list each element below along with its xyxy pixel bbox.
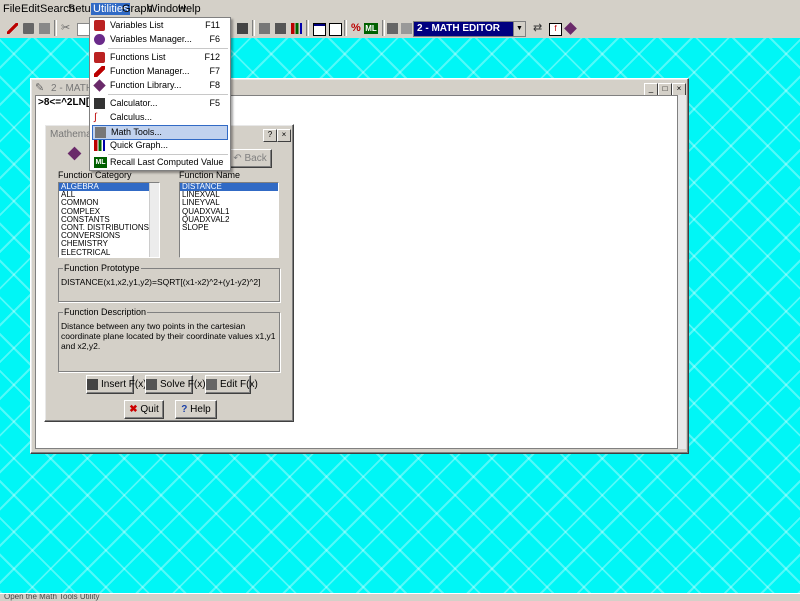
function-description-text: Distance between any two points in the c…: [61, 321, 276, 351]
bar-chart-icon[interactable]: [288, 20, 306, 38]
edit-function-button[interactable]: Edit F(x): [205, 375, 258, 394]
ml-icon[interactable]: ML: [362, 20, 380, 38]
functions-list-icon: [94, 52, 105, 63]
menu-item-recall-last-value[interactable]: ML Recall Last Computed Value: [92, 156, 228, 169]
menu-edit[interactable]: Edit: [21, 3, 40, 15]
menu-file[interactable]: File: [3, 3, 21, 15]
menu-item-math-tools[interactable]: Math Tools...: [92, 125, 228, 140]
function-category-list[interactable]: ALGEBRA ALL COMMON COMPLEX CONSTANTS CON…: [58, 182, 160, 258]
editor-select[interactable]: 2 - MATH EDITOR ▼: [413, 21, 526, 37]
menu-item-calculus[interactable]: ∫ Calculus...: [92, 111, 228, 124]
function-prototype-text: DISTANCE(x1,x2,y1,y2)=SQRT[(x1-x2)^2+(y1…: [61, 277, 261, 287]
chevron-down-icon[interactable]: ▼: [513, 22, 525, 36]
dialog-help-button[interactable]: ?: [263, 129, 277, 142]
library-book-icon: [67, 146, 82, 161]
editor-pencil-icon: ✎: [35, 82, 45, 94]
category-scrollbar[interactable]: [149, 183, 159, 257]
function-library-icon: [93, 79, 106, 92]
calculator-icon: [94, 98, 105, 109]
solve-function-button[interactable]: Solve F(x): [145, 375, 206, 394]
editor-scrollbar[interactable]: [678, 95, 686, 449]
help-button[interactable]: ? Help: [175, 400, 217, 419]
function-name-list[interactable]: DISTANCE LINEXVAL LINEYVAL QUADXVAL1 QUA…: [179, 182, 279, 258]
menu-item-functions-list[interactable]: Functions List F12: [92, 51, 228, 64]
calculator-icon[interactable]: [234, 20, 252, 38]
menu-item-quick-graph[interactable]: Quick Graph...: [92, 139, 228, 152]
solve-icon: [146, 378, 157, 390]
dialog-close-button[interactable]: ×: [277, 129, 291, 142]
edit-icon: [206, 378, 217, 390]
print-preview-icon[interactable]: [36, 20, 54, 38]
quit-button[interactable]: ✖ Quit: [124, 400, 164, 419]
menu-item-function-manager[interactable]: Function Manager... F7: [92, 65, 228, 78]
function-name-label: Function Name: [179, 170, 241, 180]
menu-help[interactable]: Help: [178, 3, 201, 15]
window-tile-icon[interactable]: [326, 20, 344, 38]
library-icon[interactable]: [562, 20, 580, 38]
back-button[interactable]: ↶ Back: [228, 149, 272, 168]
quit-x-icon: ✖: [129, 404, 138, 415]
menu-item-calculator[interactable]: Calculator... F5: [92, 97, 228, 110]
category-item[interactable]: ELECTRICAL: [59, 248, 159, 257]
function-item[interactable]: SLOPE: [180, 223, 278, 232]
calculus-icon: ∫: [94, 112, 97, 123]
function-prototype-group: Function Prototype DISTANCE(x1,x2,y1,y2)…: [58, 263, 280, 302]
function-manager-icon: [94, 66, 105, 77]
back-arrow-icon: ↶: [233, 153, 242, 164]
menu-bar: File Edit Search Setup Utilities Graph W…: [0, 0, 800, 18]
question-icon: ?: [181, 404, 188, 415]
function-description-group: Function Description Distance between an…: [58, 307, 280, 372]
variables-manager-icon: [94, 34, 105, 45]
menu-item-variables-manager[interactable]: Variables Manager... F6: [92, 33, 228, 46]
quick-graph-icon: [94, 140, 105, 151]
variables-list-icon: [94, 20, 105, 31]
insert-icon: [87, 378, 98, 390]
menu-item-variables-list[interactable]: Variables List F11: [92, 19, 228, 32]
utilities-menu: Variables List F11 Variables Manager... …: [89, 17, 231, 171]
function-category-label: Function Category: [58, 170, 132, 180]
math-tools-icon: [95, 127, 106, 138]
menu-item-function-library[interactable]: Function Library... F8: [92, 79, 228, 92]
insert-function-button[interactable]: Insert F(x): [86, 375, 147, 394]
ml-icon: ML: [94, 157, 107, 168]
